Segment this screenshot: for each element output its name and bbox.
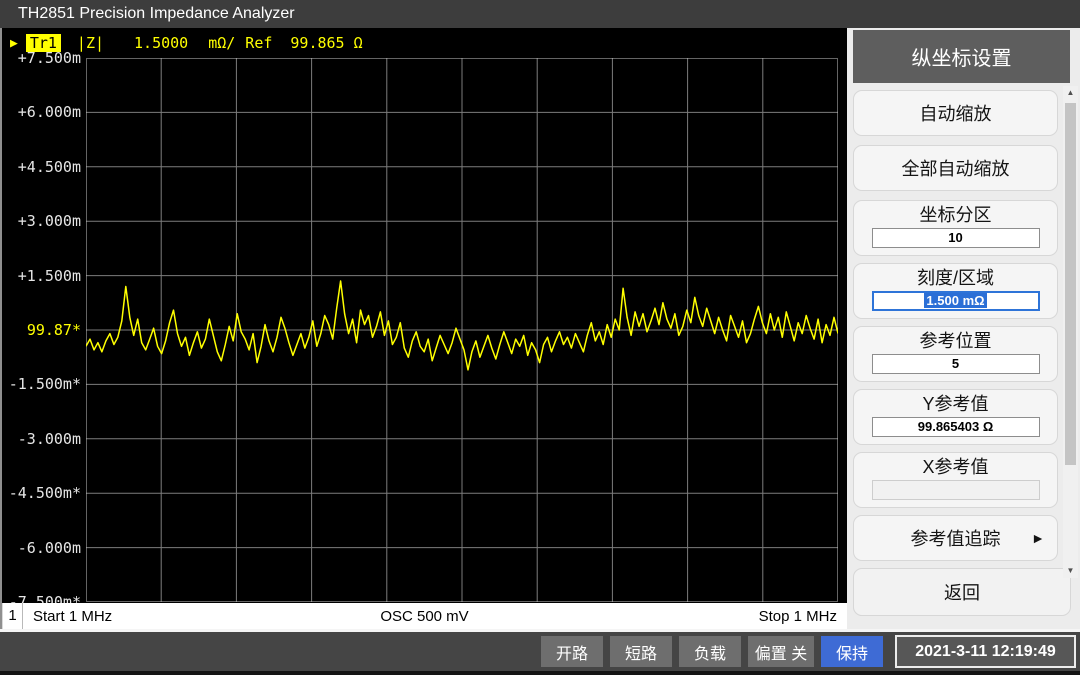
scale-per-division-group: 刻度/区域 1.500 mΩ [853, 263, 1058, 319]
y-axis-tick-label: +4.500m [17, 157, 81, 176]
x-reference-label: X参考值 [922, 457, 989, 477]
app-window: TH2851 Precision Impedance Analyzer ▶ Tr… [0, 0, 1080, 675]
reference-tracking-button[interactable]: 参考值追踪 ► [853, 515, 1058, 561]
sidebar-y-axis-settings: 纵坐标设置 自动缩放 全部自动缩放 坐标分区 10 刻度/区域 1.500 mΩ… [847, 28, 1080, 629]
scale-per-division-label: 刻度/区域 [916, 268, 994, 288]
divisions-group: 坐标分区 10 [853, 200, 1058, 256]
trace-ref-value: 99.865 Ω [290, 34, 363, 52]
short-correction-button[interactable]: 短路 [610, 636, 672, 667]
selected-text: 1.500 mΩ [924, 293, 987, 308]
instrument-screen: ▶ Tr1 |Z| 1.5000 mΩ/ Ref 99.865 Ω +7.500… [0, 28, 847, 629]
y-reference-group: Y参考值 99.865403 Ω [853, 389, 1058, 445]
channel-indicator: 1 [2, 603, 23, 629]
trace-info-bar: ▶ Tr1 |Z| 1.5000 mΩ/ Ref 99.865 Ω [2, 28, 847, 58]
y-axis-tick-label: +3.000m [17, 212, 81, 231]
trace-scale-unit: mΩ/ [208, 34, 236, 52]
y-axis-tick-label: -3.000m [17, 429, 81, 448]
open-correction-button[interactable]: 开路 [541, 636, 603, 667]
submenu-arrow-icon: ► [1031, 530, 1045, 546]
window-title: TH2851 Precision Impedance Analyzer [0, 0, 1080, 28]
bias-off-button[interactable]: 偏置 关 [748, 636, 814, 667]
y-axis-tick-label: +6.000m [17, 103, 81, 122]
sidebar-scrollbar[interactable]: ▲ ▼ [1063, 86, 1078, 578]
trace-scale-value: 1.5000 [134, 34, 189, 52]
trace-ref-label: Ref [245, 34, 273, 52]
sidebar-title: 纵坐标设置 [853, 30, 1070, 83]
y-reference-input[interactable]: 99.865403 Ω [871, 417, 1040, 437]
stop-frequency-label: Stop 1 MHz [758, 607, 837, 625]
reference-position-input[interactable]: 5 [871, 354, 1040, 374]
y-axis-tick-label: 99.87* [26, 321, 81, 339]
y-axis-tick-label: +1.500m [17, 266, 81, 285]
chart-footer: 1 Start 1 MHz OSC 500 mV Stop 1 MHz [2, 603, 847, 629]
reference-position-group: 参考位置 5 [853, 326, 1058, 382]
y-axis-tick-label: -4.500m* [8, 484, 81, 503]
reference-position-label: 参考位置 [919, 331, 992, 351]
start-frequency-label: Start 1 MHz [33, 607, 113, 625]
osc-level-label: OSC 500 mV [380, 607, 469, 625]
divisions-input[interactable]: 10 [871, 228, 1040, 248]
status-bar: 开路 短路 负载 偏置 关 保持 2021-3-11 12:19:49 [0, 629, 1080, 675]
scroll-up-icon[interactable]: ▲ [1063, 86, 1078, 100]
load-correction-button[interactable]: 负载 [679, 636, 741, 667]
y-axis-tick-label: -6.000m [17, 538, 81, 557]
scrollbar-thumb[interactable] [1065, 103, 1076, 465]
reference-tracking-label: 参考值追踪 [910, 529, 1001, 549]
auto-scale-button[interactable]: 自动缩放 [853, 90, 1058, 136]
sidebar-button-list: 自动缩放 全部自动缩放 坐标分区 10 刻度/区域 1.500 mΩ 参考位置 … [853, 90, 1058, 625]
chart-area: +7.500m +6.000m +4.500m +3.000m +1.500m 99.87… [2, 49, 847, 611]
y-axis-tick-label: +7.500m [17, 49, 81, 67]
scroll-down-icon[interactable]: ▼ [1063, 564, 1078, 578]
impedance-trace-plot [86, 58, 838, 602]
x-reference-group: X参考值 [853, 452, 1058, 508]
scale-per-division-input[interactable]: 1.500 mΩ [871, 291, 1040, 311]
datetime-display: 2021-3-11 12:19:49 [895, 635, 1076, 668]
auto-scale-all-button[interactable]: 全部自动缩放 [853, 145, 1058, 191]
divisions-label: 坐标分区 [919, 205, 992, 225]
back-button[interactable]: 返回 [853, 568, 1071, 616]
y-axis-tick-label: -1.500m* [8, 375, 81, 394]
y-reference-label: Y参考值 [922, 394, 989, 414]
x-reference-input[interactable] [871, 480, 1040, 500]
hold-button[interactable]: 保持 [821, 636, 883, 667]
